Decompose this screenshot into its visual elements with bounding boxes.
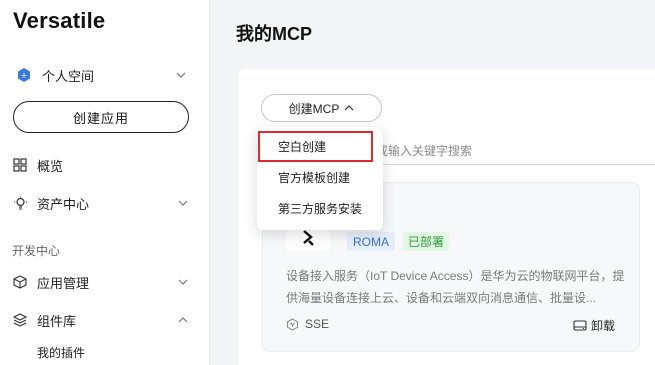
uninstall-button[interactable]: 卸载 [573, 317, 615, 334]
sidebar: Versatile + 个人空间 创建应用 概览 资产中心 开发中心 应用管理 [0, 0, 210, 365]
menu-item-template-create[interactable]: 官方模板创建 [257, 163, 383, 191]
drive-icon [573, 320, 587, 331]
workspace-label: 个人空间 [42, 68, 95, 84]
mcp-card-description: 设备接入服务（IoT Device Access）是华为云的物联网平台，提供海量… [286, 269, 625, 305]
create-mcp-dropdown: 空白创建 官方模板创建 第三方服务安装 [257, 127, 383, 230]
svg-text:+: + [21, 71, 28, 80]
workspace-selector[interactable]: + 个人空间 [16, 64, 186, 86]
nav-components-label: 组件库 [37, 313, 77, 329]
nav-my-plugins[interactable]: 我的插件 [37, 344, 85, 361]
protocol-text: SSE [305, 317, 330, 331]
create-app-button[interactable]: 创建应用 [13, 101, 189, 133]
nav-overview-label: 概览 [37, 158, 64, 174]
nav-assets[interactable]: 资产中心 [12, 192, 188, 214]
status-badge: 已部署 [403, 232, 450, 251]
grid-icon [12, 157, 28, 173]
menu-item-blank-create[interactable]: 空白创建 [257, 132, 383, 160]
uninstall-label: 卸载 [591, 319, 616, 333]
nav-components[interactable]: 组件库 [12, 309, 188, 331]
nav-assets-label: 资产中心 [37, 196, 90, 212]
protocol-label: SSE [286, 317, 329, 331]
layers-icon [12, 312, 28, 328]
menu-item-third-party-install[interactable]: 第三方服务安装 [257, 194, 383, 222]
section-dev-center: 开发中心 [12, 244, 61, 258]
chevron-down-icon [178, 279, 188, 285]
chevron-down-icon [176, 72, 186, 78]
search-placeholder: 或输入关键字搜索 [376, 144, 473, 158]
chevron-up-icon [344, 105, 354, 111]
cube-icon [12, 274, 28, 290]
bulb-icon [12, 195, 28, 211]
nav-app-management[interactable]: 应用管理 [12, 271, 188, 293]
chevron-up-icon [178, 317, 188, 323]
tag-roma: ROMA [347, 232, 395, 251]
create-mcp-button[interactable]: 创建MCP [261, 94, 382, 122]
nav-overview[interactable]: 概览 [12, 154, 188, 176]
search-input[interactable]: 或输入关键字搜索 [372, 137, 655, 165]
chevron-down-icon [178, 200, 188, 206]
app-logo: Versatile [13, 8, 106, 33]
sse-icon [287, 317, 298, 331]
page-title: 我的MCP [236, 24, 312, 44]
nav-app-management-label: 应用管理 [37, 275, 90, 291]
create-mcp-label: 创建MCP [288, 101, 340, 116]
workspace-icon: + [18, 68, 30, 82]
